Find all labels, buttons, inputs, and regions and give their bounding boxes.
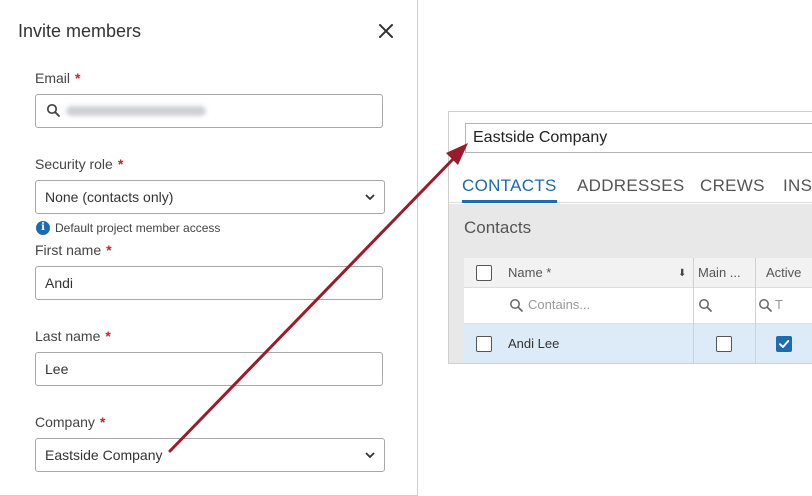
chevron-down-icon xyxy=(365,194,375,200)
required-mark: * xyxy=(75,70,81,86)
column-header-name[interactable]: Name * xyxy=(508,265,551,280)
column-header-active[interactable]: Active xyxy=(766,265,801,280)
name-filter-input[interactable]: Contains... xyxy=(528,297,590,312)
required-mark: * xyxy=(106,242,112,258)
column-divider[interactable] xyxy=(755,258,756,288)
first-name-label: First name * xyxy=(35,242,112,258)
search-icon xyxy=(46,103,60,117)
close-button[interactable] xyxy=(377,22,395,40)
company-contacts-panel: Eastside Company CONTACTS ADDRESSES CREW… xyxy=(448,111,812,364)
chevron-down-icon xyxy=(365,452,375,458)
contacts-section: Contacts Name * ⬇ Main ... Active Contai… xyxy=(449,204,812,363)
email-value-redacted xyxy=(66,106,206,116)
column-divider xyxy=(693,288,694,324)
grid-filter-row: Contains... T xyxy=(464,288,812,324)
sort-down-icon[interactable]: ⬇ xyxy=(678,268,686,279)
required-mark: * xyxy=(99,414,106,430)
security-role-select[interactable]: None (contacts only) xyxy=(35,180,385,214)
column-divider xyxy=(755,288,756,324)
company-name-field[interactable]: Eastside Company xyxy=(465,123,812,153)
checkmark-icon xyxy=(779,340,790,348)
active-checkbox[interactable] xyxy=(776,336,792,352)
required-mark: * xyxy=(117,156,124,172)
company-select[interactable]: Eastside Company xyxy=(35,438,385,472)
company-label: Company * xyxy=(35,414,106,430)
row-select-checkbox[interactable] xyxy=(476,336,492,352)
security-role-hint: i Default project member access xyxy=(36,221,220,235)
search-icon xyxy=(759,299,772,312)
company-tabs: CONTACTS ADDRESSES CREWS INS xyxy=(449,172,812,203)
close-icon xyxy=(379,24,393,38)
email-field[interactable] xyxy=(35,94,383,128)
column-header-main[interactable]: Main ... xyxy=(698,265,741,280)
table-row[interactable]: Andi Lee xyxy=(464,324,812,363)
first-name-field[interactable]: Andi xyxy=(35,266,383,300)
tab-ins[interactable]: INS xyxy=(783,172,812,203)
tab-crews[interactable]: CREWS xyxy=(700,172,765,203)
active-filter-input[interactable]: T xyxy=(775,297,783,312)
main-contact-checkbox[interactable] xyxy=(716,336,732,352)
tab-addresses[interactable]: ADDRESSES xyxy=(577,172,685,203)
column-divider[interactable] xyxy=(693,258,694,288)
tab-contacts[interactable]: CONTACTS xyxy=(462,172,557,203)
search-icon xyxy=(510,299,523,312)
contact-name-cell: Andi Lee xyxy=(508,336,560,351)
search-icon[interactable] xyxy=(698,298,713,313)
last-name-label: Last name * xyxy=(35,328,111,344)
column-divider xyxy=(693,324,694,363)
select-all-checkbox[interactable] xyxy=(476,265,492,281)
contacts-grid: Name * ⬇ Main ... Active Contains... T A… xyxy=(464,258,812,363)
security-role-label: Security role * xyxy=(35,156,124,172)
column-divider xyxy=(755,324,756,363)
grid-header-row: Name * ⬇ Main ... Active xyxy=(464,258,812,288)
section-title: Contacts xyxy=(464,218,532,237)
dialog-title: Invite members xyxy=(18,21,142,41)
last-name-field[interactable]: Lee xyxy=(35,352,383,386)
email-label: Email * xyxy=(35,70,81,86)
invite-members-dialog: Invite members Email * Security role * Non… xyxy=(0,0,418,496)
info-icon: i xyxy=(36,221,50,235)
required-mark: * xyxy=(105,328,111,344)
